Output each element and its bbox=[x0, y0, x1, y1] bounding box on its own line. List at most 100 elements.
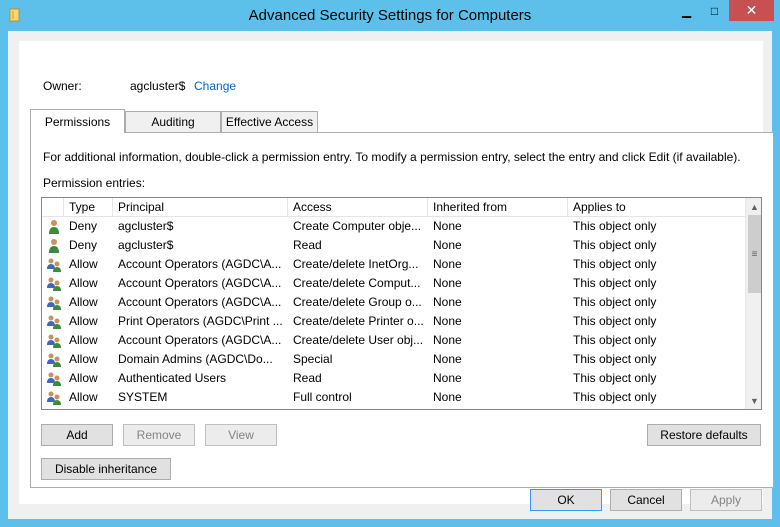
single-user-icon bbox=[46, 219, 62, 235]
window-title: Advanced Security Settings for Computers bbox=[248, 7, 532, 24]
owner-value: agcluster$ bbox=[130, 79, 186, 93]
cell-inherited-from: None bbox=[433, 390, 462, 404]
cell-inherited-from: None bbox=[433, 352, 462, 366]
close-button[interactable]: ✕ bbox=[729, 0, 774, 21]
column-header-access[interactable]: Access bbox=[288, 198, 428, 217]
cell-type: Allow bbox=[69, 390, 98, 404]
table-row[interactable]: Allow Domain Admins (AGDC\Do... Special Non… bbox=[42, 350, 745, 369]
cell-principal: Domain Admins (AGDC\Do... bbox=[118, 352, 273, 366]
maximize-icon: □ bbox=[710, 3, 719, 18]
scroll-down-icon[interactable]: ▼ bbox=[746, 392, 761, 409]
scroll-thumb[interactable]: ≡ bbox=[748, 215, 761, 293]
cell-inherited-from: None bbox=[433, 219, 462, 233]
content-panel: Owner: agcluster$ Change Permissions Aud… bbox=[19, 41, 774, 504]
column-header-icon[interactable] bbox=[42, 198, 64, 217]
cell-inherited-from: None bbox=[433, 257, 462, 271]
group-users-icon bbox=[46, 371, 62, 387]
security-settings-window: Advanced Security Settings for Computers… bbox=[0, 0, 780, 527]
owner-label: Owner: bbox=[43, 79, 82, 93]
group-users-icon bbox=[46, 295, 62, 311]
table-row[interactable]: Allow Print Operators (AGDC\Print ... Crea… bbox=[42, 312, 745, 331]
title-bar[interactable]: Advanced Security Settings for Computers… bbox=[0, 0, 780, 31]
cell-inherited-from: None bbox=[433, 276, 462, 290]
cell-applies-to: This object only bbox=[573, 238, 657, 252]
cell-type: Deny bbox=[69, 219, 98, 233]
close-icon: ✕ bbox=[745, 2, 758, 18]
cell-access: Create Computer obje... bbox=[293, 219, 422, 233]
restore-defaults-button[interactable]: Restore defaults bbox=[647, 424, 761, 446]
cell-principal: Account Operators (AGDC\A... bbox=[118, 333, 282, 347]
cell-inherited-from: None bbox=[433, 371, 462, 385]
cell-inherited-from: None bbox=[433, 238, 462, 252]
group-users-icon bbox=[46, 314, 62, 330]
cell-type: Allow bbox=[69, 352, 98, 366]
table-row[interactable]: Allow SYSTEM Full control None This object o… bbox=[42, 388, 745, 407]
cell-inherited-from: None bbox=[433, 314, 462, 328]
remove-button[interactable]: Remove bbox=[123, 424, 195, 446]
permission-entries-list[interactable]: Type Principal Access Inherited from App… bbox=[41, 197, 762, 410]
disable-inheritance-button[interactable]: Disable inheritance bbox=[41, 458, 171, 480]
tab-permissions[interactable]: Permissions bbox=[30, 109, 125, 133]
table-row[interactable]: Allow Account Operators (AGDC\A... Create/… bbox=[42, 293, 745, 312]
cell-applies-to: This object only bbox=[573, 314, 657, 328]
cell-access: Create/delete InetOrg... bbox=[293, 257, 419, 271]
table-row[interactable]: Allow Account Operators (AGDC\A... Create/… bbox=[42, 255, 745, 274]
cancel-button[interactable]: Cancel bbox=[610, 489, 682, 511]
cell-type: Allow bbox=[69, 257, 98, 271]
cell-applies-to: This object only bbox=[573, 371, 657, 385]
cell-inherited-from: None bbox=[433, 295, 462, 309]
column-header-type[interactable]: Type bbox=[64, 198, 113, 217]
vertical-scrollbar[interactable]: ▲ ≡ ▼ bbox=[745, 198, 761, 409]
cell-principal: Account Operators (AGDC\A... bbox=[118, 257, 282, 271]
cell-applies-to: This object only bbox=[573, 257, 657, 271]
cell-principal: Account Operators (AGDC\A... bbox=[118, 295, 282, 309]
cell-type: Allow bbox=[69, 314, 98, 328]
add-button[interactable]: Add bbox=[41, 424, 113, 446]
cell-access: Special bbox=[293, 352, 333, 366]
cell-applies-to: This object only bbox=[573, 295, 657, 309]
permission-entries-label: Permission entries: bbox=[43, 176, 146, 190]
cell-access: Create/delete Printer o... bbox=[293, 314, 424, 328]
table-row[interactable]: Deny agcluster$ Create Computer obje... Non… bbox=[42, 217, 745, 236]
cell-applies-to: This object only bbox=[573, 276, 657, 290]
column-header-applies-to[interactable]: Applies to bbox=[568, 198, 745, 217]
cell-access: Read bbox=[293, 238, 322, 252]
dialog-client-area: Owner: agcluster$ Change Permissions Aud… bbox=[8, 31, 774, 519]
scroll-up-icon[interactable]: ▲ bbox=[746, 198, 761, 215]
cell-access: Full control bbox=[293, 390, 352, 404]
ok-button[interactable]: OK bbox=[530, 489, 602, 511]
cell-principal: Account Operators (AGDC\A... bbox=[118, 276, 282, 290]
single-user-icon bbox=[46, 238, 62, 254]
cell-principal: SYSTEM bbox=[118, 390, 168, 404]
column-header-inherited-from[interactable]: Inherited from bbox=[428, 198, 568, 217]
tab-effective-access[interactable]: Effective Access bbox=[221, 111, 318, 132]
cell-type: Allow bbox=[69, 371, 98, 385]
tab-auditing[interactable]: Auditing bbox=[125, 111, 221, 132]
cell-access: Read bbox=[293, 371, 322, 385]
info-text: For additional information, double-click… bbox=[43, 150, 741, 164]
cell-type: Deny bbox=[69, 238, 98, 252]
group-users-icon bbox=[46, 276, 62, 292]
change-owner-link[interactable]: Change bbox=[194, 79, 236, 93]
minimize-button[interactable]: ▁ bbox=[673, 0, 700, 21]
cell-type: Allow bbox=[69, 295, 98, 309]
apply-button[interactable]: Apply bbox=[690, 489, 762, 511]
cell-principal: Authenticated Users bbox=[118, 371, 227, 385]
cell-access: Create/delete Comput... bbox=[293, 276, 421, 290]
table-row[interactable]: Allow Authenticated Users Read None This obj… bbox=[42, 369, 745, 388]
column-header-principal[interactable]: Principal bbox=[113, 198, 288, 217]
table-row[interactable]: Deny agcluster$ Read None This object only bbox=[42, 236, 745, 255]
table-row[interactable]: Allow Account Operators (AGDC\A... Create/… bbox=[42, 331, 745, 350]
cell-principal: Print Operators (AGDC\Print ... bbox=[118, 314, 283, 328]
minimize-icon: ▁ bbox=[681, 3, 692, 18]
cell-applies-to: This object only bbox=[573, 390, 657, 404]
cell-type: Allow bbox=[69, 276, 98, 290]
group-users-icon bbox=[46, 352, 62, 368]
cell-applies-to: This object only bbox=[573, 333, 657, 347]
permissions-tab-panel: For additional information, double-click… bbox=[30, 132, 774, 488]
maximize-button[interactable]: □ bbox=[701, 0, 728, 21]
table-row[interactable]: Allow Account Operators (AGDC\A... Create/… bbox=[42, 274, 745, 293]
cell-access: Create/delete Group o... bbox=[293, 295, 422, 309]
cell-applies-to: This object only bbox=[573, 352, 657, 366]
view-button[interactable]: View bbox=[205, 424, 277, 446]
